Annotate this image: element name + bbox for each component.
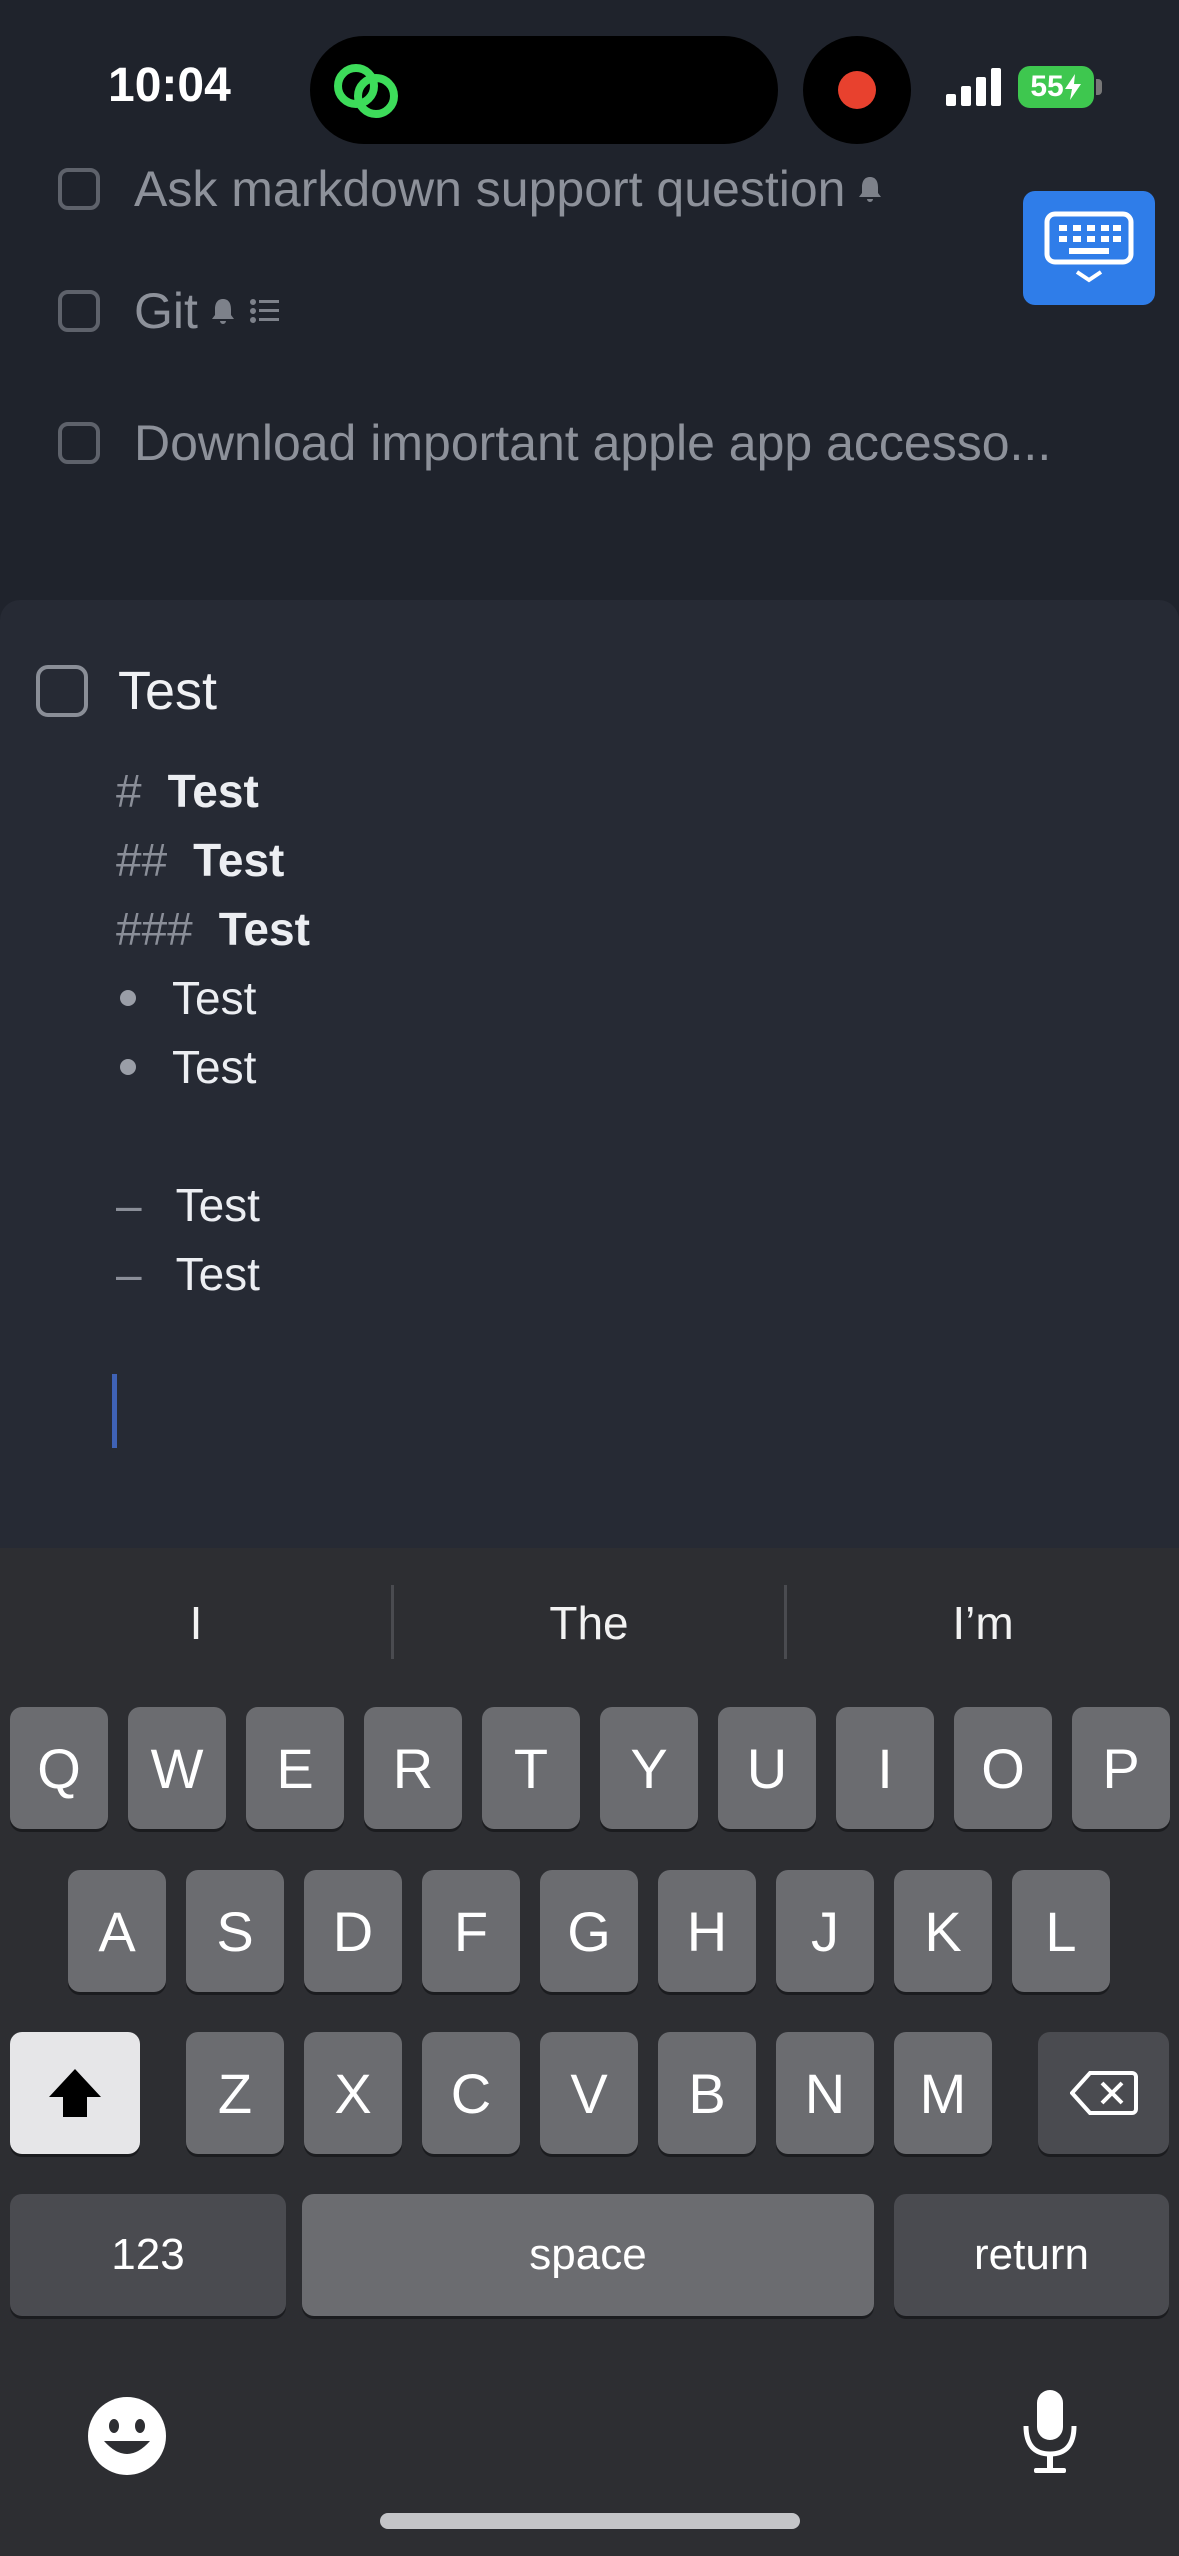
list-item-label: Download important apple app accesso...: [134, 415, 1052, 471]
key-j[interactable]: J: [776, 1870, 874, 1992]
checkbox[interactable]: [58, 422, 100, 464]
bullet-text: Test: [172, 1040, 257, 1093]
key-k[interactable]: K: [894, 1870, 992, 1992]
suggestion-3[interactable]: I’m: [787, 1548, 1179, 1698]
note-line-bullet: Test: [116, 963, 1116, 1032]
markdown-marker: ###: [116, 902, 193, 955]
task-header: Test: [36, 660, 217, 722]
bell-icon: [859, 177, 882, 202]
bell-icon: [211, 299, 234, 324]
key-c[interactable]: C: [422, 2032, 520, 2154]
key-p[interactable]: P: [1072, 1707, 1170, 1829]
suggestion-1[interactable]: I: [0, 1548, 392, 1698]
key-m[interactable]: M: [894, 2032, 992, 2154]
battery-level: 55: [1030, 70, 1064, 103]
key-e[interactable]: E: [246, 1707, 344, 1829]
heading-text: Test: [167, 764, 259, 817]
bullet-icon: [120, 989, 136, 1006]
note-line-bullet: Test: [116, 1032, 1116, 1101]
task-list-background: Ask markdown support question Git Downlo…: [0, 150, 1179, 600]
list-item[interactable]: Download important apple app accesso...: [58, 414, 1051, 472]
list-item-label: Ask markdown support question: [134, 161, 846, 217]
shift-arrow-icon: [49, 2069, 101, 2117]
recording-indicator-icon: [838, 71, 876, 109]
dash-text: Test: [175, 1247, 260, 1300]
emoji-icon[interactable]: [86, 2395, 168, 2477]
key-d[interactable]: D: [304, 1870, 402, 1992]
markdown-marker: ##: [116, 833, 168, 886]
list-item[interactable]: Git: [58, 282, 280, 340]
key-g[interactable]: G: [540, 1870, 638, 1992]
status-time: 10:04: [108, 59, 231, 112]
key-u[interactable]: U: [718, 1707, 816, 1829]
suggestion-2[interactable]: The: [394, 1548, 784, 1698]
key-w[interactable]: W: [128, 1707, 226, 1829]
key-x[interactable]: X: [304, 2032, 402, 2154]
checkbox[interactable]: [58, 290, 100, 332]
key-q[interactable]: Q: [10, 1707, 108, 1829]
heading-text: Test: [193, 833, 285, 886]
note-line-empty: [116, 1101, 1116, 1170]
text-cursor: [112, 1374, 117, 1448]
checklist-icon: [249, 299, 279, 323]
keyboard-dismiss-icon: [1044, 211, 1134, 283]
battery-cap: [1096, 79, 1102, 95]
bullet-icon: [120, 1058, 136, 1075]
key-b[interactable]: B: [658, 2032, 756, 2154]
battery-icon: 55: [1018, 66, 1094, 108]
markdown-marker: #: [116, 764, 142, 817]
key-i[interactable]: I: [836, 1707, 934, 1829]
note-line-dash: – Test: [116, 1170, 1116, 1239]
cellular-signal-icon: [946, 68, 1001, 106]
key-s[interactable]: S: [186, 1870, 284, 1992]
linked-rings-icon: [334, 64, 398, 118]
microphone-icon[interactable]: [1020, 2388, 1080, 2476]
charging-bolt-icon: [1064, 74, 1081, 100]
home-indicator[interactable]: [380, 2513, 800, 2529]
key-r[interactable]: R: [364, 1707, 462, 1829]
bullet-text: Test: [172, 971, 257, 1024]
key-n[interactable]: N: [776, 2032, 874, 2154]
note-line-h2: ## Test: [116, 825, 1116, 894]
list-item[interactable]: Ask markdown support question: [58, 160, 885, 218]
keyboard-dismiss-button[interactable]: [1023, 191, 1155, 305]
key-l[interactable]: L: [1012, 1870, 1110, 1992]
space-key[interactable]: space: [302, 2194, 874, 2316]
shift-key[interactable]: [10, 2032, 140, 2154]
key-f[interactable]: F: [422, 1870, 520, 1992]
key-h[interactable]: H: [658, 1870, 756, 1992]
task-title[interactable]: Test: [118, 660, 217, 722]
note-line-dash: – Test: [116, 1239, 1116, 1308]
checkbox[interactable]: [58, 168, 100, 210]
key-v[interactable]: V: [540, 2032, 638, 2154]
task-note-editor[interactable]: # Test ## Test ### Test Test Test – Test…: [116, 756, 1116, 1308]
key-a[interactable]: A: [68, 1870, 166, 1992]
backspace-icon: [1069, 2071, 1138, 2115]
key-o[interactable]: O: [954, 1707, 1052, 1829]
key-t[interactable]: T: [482, 1707, 580, 1829]
delete-key[interactable]: [1038, 2032, 1169, 2154]
return-key[interactable]: return: [894, 2194, 1169, 2316]
key-z[interactable]: Z: [186, 2032, 284, 2154]
task-checkbox[interactable]: [36, 665, 88, 717]
note-line-h1: # Test: [116, 756, 1116, 825]
list-item-label: Git: [134, 283, 198, 339]
heading-text: Test: [218, 902, 310, 955]
numbers-key[interactable]: 123: [10, 2194, 286, 2316]
dash-marker: –: [116, 1178, 142, 1231]
dash-marker: –: [116, 1247, 142, 1300]
key-y[interactable]: Y: [600, 1707, 698, 1829]
dash-text: Test: [175, 1178, 260, 1231]
note-line-h3: ### Test: [116, 894, 1116, 963]
